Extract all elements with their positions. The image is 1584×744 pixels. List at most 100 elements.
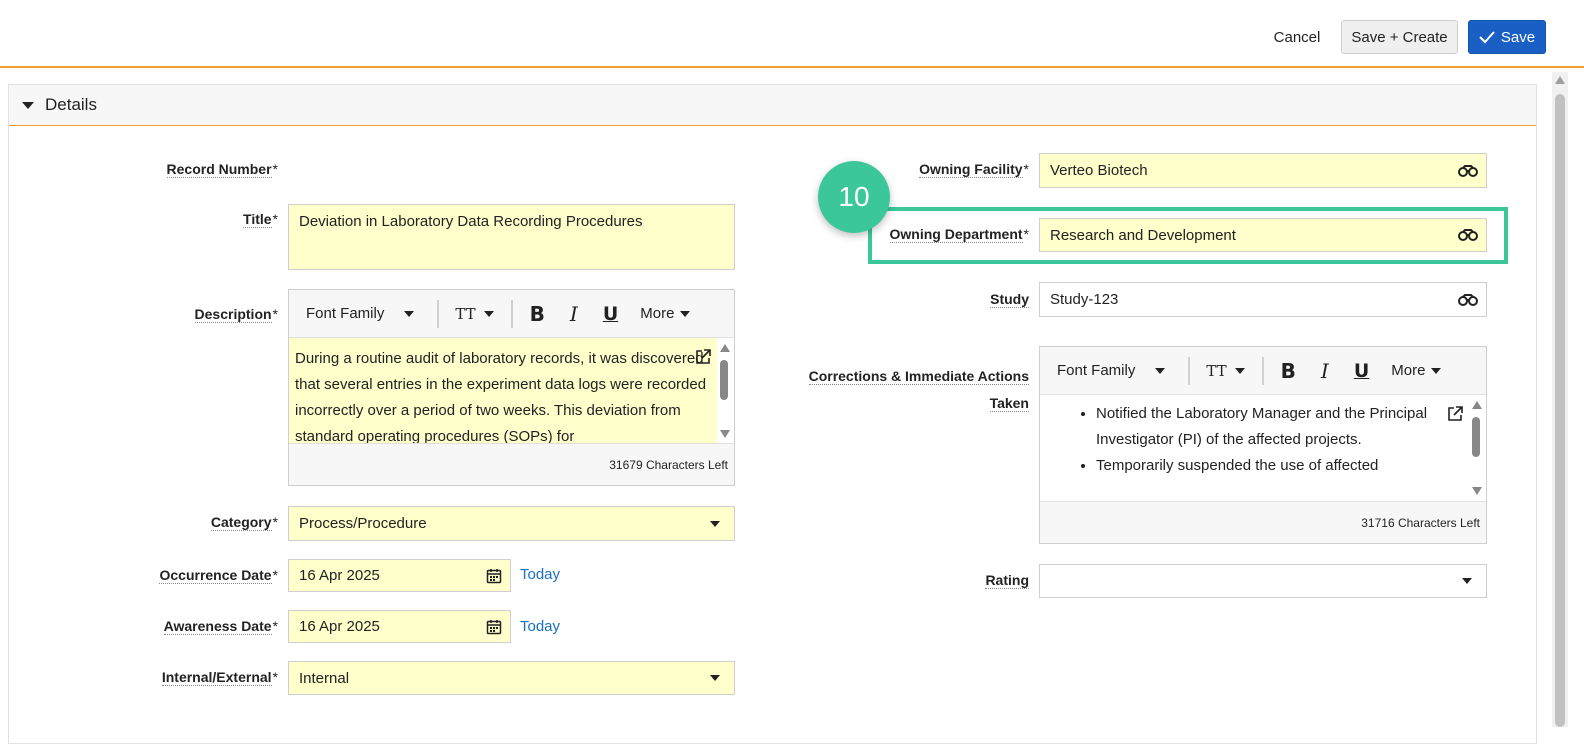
owning-facility-lookup[interactable]: Verteo Biotech bbox=[1039, 153, 1487, 188]
internal-external-select[interactable]: Internal bbox=[288, 661, 735, 695]
toolbar-divider bbox=[437, 299, 440, 328]
toolbar-divider bbox=[1261, 356, 1264, 385]
required-marker: * bbox=[272, 669, 278, 685]
more-label: More bbox=[1391, 362, 1426, 379]
scroll-down-arrow-icon[interactable] bbox=[720, 430, 730, 438]
chevron-down-icon bbox=[1155, 367, 1166, 374]
chevron-down-icon bbox=[483, 310, 494, 317]
rating-select[interactable] bbox=[1039, 564, 1487, 598]
font-family-dropdown[interactable]: Font Family bbox=[1057, 362, 1166, 379]
corrections-text[interactable]: Notified the Laboratory Manager and the … bbox=[1040, 395, 1468, 501]
occurrence-date-input[interactable]: 16 Apr 2025 bbox=[288, 559, 511, 592]
more-dropdown[interactable]: More bbox=[640, 305, 691, 322]
save-button[interactable]: Save bbox=[1468, 20, 1546, 54]
category-label-text: Category bbox=[210, 514, 272, 531]
scrollbar-thumb[interactable] bbox=[1555, 94, 1565, 727]
checkmark-icon bbox=[1479, 31, 1495, 44]
required-marker: * bbox=[272, 211, 278, 227]
occurrence-today-link[interactable]: Today bbox=[520, 566, 560, 583]
underline-button[interactable]: U bbox=[1354, 360, 1369, 382]
description-text[interactable]: During a routine audit of laboratory rec… bbox=[289, 338, 717, 444]
study-lookup[interactable]: Study-123 bbox=[1039, 282, 1487, 317]
section-title: Details bbox=[45, 95, 97, 114]
scrollbar-thumb[interactable] bbox=[1472, 417, 1480, 457]
text-size-icon: TT bbox=[455, 304, 476, 323]
awareness-date-value: 16 Apr 2025 bbox=[299, 618, 380, 635]
description-chars-left: 31679 Characters Left bbox=[289, 443, 734, 485]
rating-label: Rating bbox=[985, 572, 1029, 589]
scroll-up-arrow-icon[interactable] bbox=[720, 344, 730, 352]
title-label-text: Title bbox=[243, 211, 272, 228]
italic-button[interactable]: I bbox=[1321, 359, 1329, 383]
title-input[interactable]: Deviation in Laboratory Data Recording P… bbox=[288, 204, 735, 270]
corrections-scrollbar[interactable] bbox=[1470, 399, 1484, 495]
bold-button[interactable]: B bbox=[1281, 359, 1296, 383]
study-label: Study bbox=[990, 291, 1029, 308]
title-label: Title* bbox=[243, 211, 278, 228]
text-size-icon: TT bbox=[1206, 361, 1227, 380]
owning-facility-label: Owning Facility* bbox=[919, 161, 1029, 178]
category-select[interactable]: Process/Procedure bbox=[288, 506, 735, 541]
binoculars-icon[interactable] bbox=[1458, 293, 1478, 306]
description-scrollbar[interactable] bbox=[718, 342, 732, 438]
list-item: Temporarily suspended the use of affecte… bbox=[1096, 453, 1462, 479]
chevron-down-icon bbox=[680, 310, 691, 317]
details-section-header[interactable]: Details bbox=[9, 85, 1536, 126]
corrections-label-line1: Corrections & Immediate Actions bbox=[808, 368, 1029, 385]
corrections-editor[interactable]: Font Family TT B I U More Notified the L… bbox=[1039, 346, 1487, 544]
expand-external-icon[interactable] bbox=[694, 348, 712, 369]
underline-button[interactable]: U bbox=[603, 303, 618, 325]
title-value: Deviation in Laboratory Data Recording P… bbox=[299, 213, 643, 230]
save-create-button[interactable]: Save + Create bbox=[1341, 20, 1458, 54]
awareness-today-link[interactable]: Today bbox=[520, 618, 560, 635]
toolbar-divider bbox=[510, 299, 513, 328]
calendar-icon[interactable] bbox=[486, 568, 502, 584]
cancel-button[interactable]: Cancel bbox=[1262, 20, 1332, 54]
corrections-toolbar: Font Family TT B I U More bbox=[1040, 347, 1486, 395]
corrections-body[interactable]: Notified the Laboratory Manager and the … bbox=[1040, 395, 1486, 501]
bold-button[interactable]: B bbox=[530, 302, 545, 326]
awareness-date-label-text: Awareness Date bbox=[163, 618, 272, 635]
font-family-label: Font Family bbox=[1057, 362, 1136, 379]
required-marker: * bbox=[272, 161, 278, 177]
calendar-icon[interactable] bbox=[486, 619, 502, 635]
record-number-label-text: Record Number bbox=[166, 161, 272, 178]
occurrence-date-label-text: Occurrence Date bbox=[159, 567, 272, 584]
collapse-caret-icon[interactable] bbox=[22, 101, 34, 109]
text-size-dropdown[interactable]: TT bbox=[1206, 361, 1245, 380]
font-family-dropdown[interactable]: Font Family bbox=[306, 305, 415, 322]
scroll-up-arrow-icon[interactable] bbox=[1555, 76, 1565, 84]
internal-external-label: Internal/External* bbox=[161, 669, 278, 686]
scroll-up-arrow-icon[interactable] bbox=[1472, 401, 1482, 409]
description-editor[interactable]: Font Family TT B I U More During a routi… bbox=[288, 289, 735, 486]
owning-facility-label-text: Owning Facility bbox=[919, 161, 1023, 178]
awareness-date-label: Awareness Date* bbox=[163, 618, 278, 635]
step-number-badge: 10 bbox=[818, 161, 890, 233]
corrections-chars-left: 31716 Characters Left bbox=[1040, 501, 1486, 543]
top-action-bar: Cancel Save + Create Save bbox=[0, 0, 1584, 68]
corrections-label: Corrections & Immediate Actions Taken bbox=[808, 363, 1029, 417]
description-label-text: Description bbox=[194, 306, 272, 323]
save-button-label: Save bbox=[1500, 28, 1536, 46]
text-size-dropdown[interactable]: TT bbox=[455, 304, 494, 323]
binoculars-icon[interactable] bbox=[1458, 164, 1478, 177]
internal-external-label-text: Internal/External bbox=[161, 669, 272, 686]
awareness-date-input[interactable]: 16 Apr 2025 bbox=[288, 610, 511, 643]
list-item: Notified the Laboratory Manager and the … bbox=[1096, 401, 1462, 453]
study-label-text: Study bbox=[990, 291, 1029, 308]
page-scrollbar[interactable] bbox=[1552, 72, 1568, 727]
record-number-label: Record Number* bbox=[166, 161, 278, 178]
scrollbar-thumb[interactable] bbox=[720, 360, 728, 400]
chevron-down-icon bbox=[1431, 367, 1442, 374]
more-dropdown[interactable]: More bbox=[1391, 362, 1442, 379]
category-value: Process/Procedure bbox=[299, 515, 427, 532]
italic-button[interactable]: I bbox=[570, 302, 578, 326]
expand-external-icon[interactable] bbox=[1446, 405, 1464, 426]
description-body[interactable]: During a routine audit of laboratory rec… bbox=[289, 338, 734, 444]
more-label: More bbox=[640, 305, 675, 322]
corrections-label-line2: Taken bbox=[989, 395, 1029, 412]
rating-label-text: Rating bbox=[985, 572, 1029, 589]
toolbar-divider bbox=[1188, 356, 1191, 385]
required-marker: * bbox=[272, 567, 278, 583]
scroll-down-arrow-icon[interactable] bbox=[1472, 487, 1482, 495]
